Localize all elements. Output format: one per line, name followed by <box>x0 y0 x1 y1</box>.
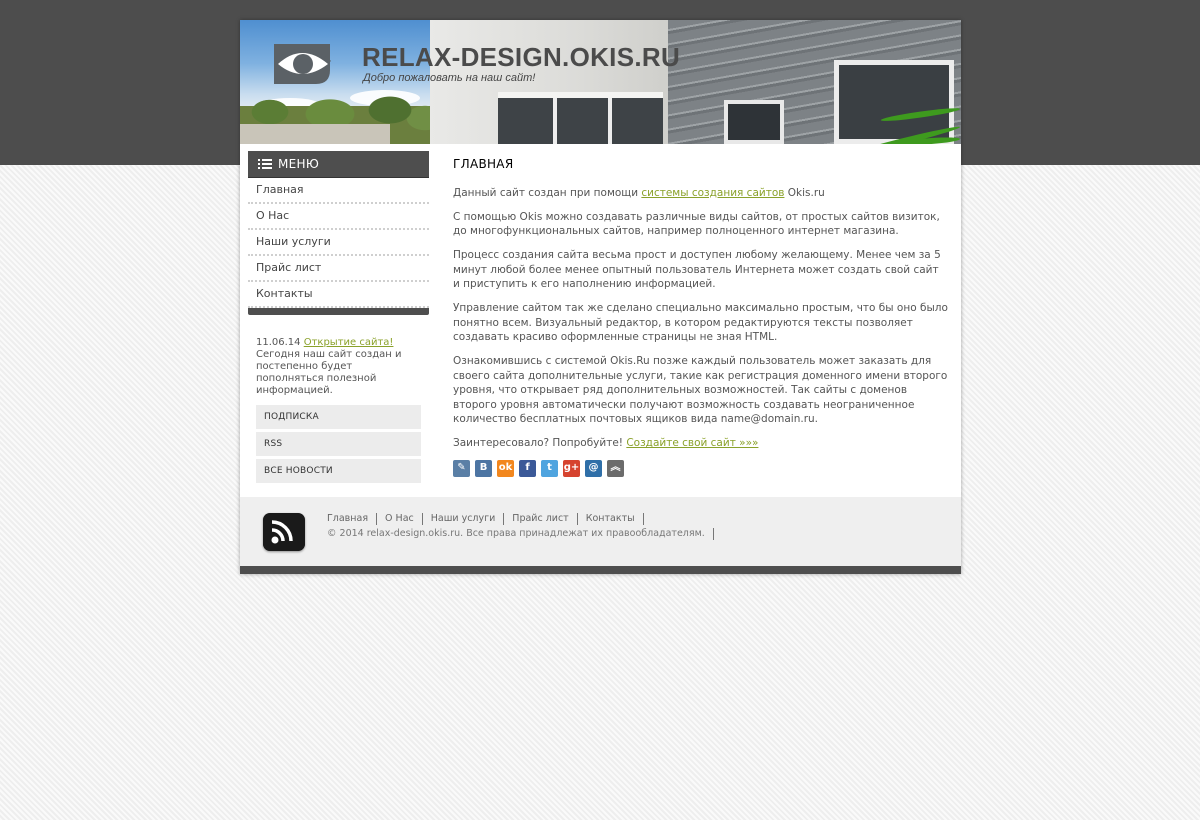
twitter-icon[interactable]: t <box>541 460 558 477</box>
menu-header: МЕНЮ <box>248 151 429 178</box>
footer-link-services[interactable]: Наши услуги <box>423 513 505 525</box>
news-block: 11.06.14 Открытие сайта! Сегодня наш сай… <box>248 337 429 483</box>
menu-list: Главная О Нас Наши услуги Прайс лист Кон… <box>248 178 429 308</box>
copyright-text: © 2014 relax-design.okis.ru. Все права п… <box>327 528 714 540</box>
rss-feed-icon[interactable] <box>263 513 305 551</box>
footer-bottom-bar <box>240 566 961 574</box>
content-paragraph: Заинтересовало? Попробуйте! Создайте сво… <box>453 436 948 451</box>
all-news-button[interactable]: ВСЕ НОВОСТИ <box>256 459 421 483</box>
eye-logo-icon[interactable] <box>272 40 332 85</box>
news-date: 11.06.14 <box>256 337 301 348</box>
news-title-link[interactable]: Открытие сайта! <box>304 337 394 348</box>
create-site-link[interactable]: Создайте свой сайт »»» <box>626 437 758 449</box>
news-item: 11.06.14 Открытие сайта! Сегодня наш сай… <box>256 337 421 397</box>
rss-button[interactable]: RSS <box>256 432 421 456</box>
list-menu-icon <box>258 158 272 170</box>
header-wall-image <box>240 124 390 144</box>
sidebar: МЕНЮ Главная О Нас Наши услуги Прайс лис… <box>248 151 429 486</box>
sidebar-item-home[interactable]: Главная <box>248 178 429 204</box>
news-text: Сегодня наш сайт создан и постепенно буд… <box>256 349 402 396</box>
header-window-image <box>498 92 663 144</box>
more-icon[interactable]: ︽ <box>607 460 624 477</box>
site-header: RELAX-DESIGN.OKIS.RU Добро пожаловать на… <box>240 20 961 144</box>
footer-link-pricelist[interactable]: Прайс лист <box>504 513 578 525</box>
content-paragraph: Управление сайтом так же сделано специал… <box>453 302 948 343</box>
content-paragraph: Данный сайт создан при помощи системы со… <box>453 186 948 201</box>
news-buttons: ПОДПИСКА RSS ВСЕ НОВОСТИ <box>256 405 421 483</box>
footer-link-contacts[interactable]: Контакты <box>578 513 644 525</box>
subscribe-button[interactable]: ПОДПИСКА <box>256 405 421 429</box>
footer-link-home[interactable]: Главная <box>327 513 378 525</box>
page-title: ГЛАВНАЯ <box>453 157 514 171</box>
menu-title: МЕНЮ <box>278 157 320 171</box>
site-builder-link[interactable]: системы создания сайтов <box>641 187 784 199</box>
share-buttons: ✎ Вok f t g+ @ ︽ <box>453 460 948 477</box>
paragraph-text: Okis.ru <box>784 186 825 199</box>
mailru-icon[interactable]: @ <box>585 460 602 477</box>
content-paragraph: С помощью Okis можно создавать различные… <box>453 210 940 238</box>
content-paragraph: Процесс создания сайта весьма прост и до… <box>453 249 941 290</box>
site-footer: Главная О Нас Наши услуги Прайс лист Кон… <box>240 497 961 566</box>
page-container: RELAX-DESIGN.OKIS.RU Добро пожаловать на… <box>240 20 961 574</box>
sidebar-item-about[interactable]: О Нас <box>248 204 429 230</box>
header-window-image <box>724 100 784 144</box>
google-plus-icon[interactable]: g+ <box>563 460 580 477</box>
odnoklassniki-icon[interactable]: ok <box>497 460 514 477</box>
facebook-icon[interactable]: f <box>519 460 536 477</box>
footer-link-about[interactable]: О Нас <box>377 513 423 525</box>
sidebar-item-contacts[interactable]: Контакты <box>248 282 429 308</box>
main-content: ГЛАВНАЯ Данный сайт создан при помощи си… <box>453 157 948 477</box>
sidebar-item-services[interactable]: Наши услуги <box>248 230 429 256</box>
site-title[interactable]: RELAX-DESIGN.OKIS.RU <box>362 42 680 73</box>
sidebar-item-pricelist[interactable]: Прайс лист <box>248 256 429 282</box>
vkontakte-icon[interactable]: В <box>475 460 492 477</box>
paragraph-text: Данный сайт создан при помощи <box>453 186 642 199</box>
footer-nav: Главная О Нас Наши услуги Прайс лист Кон… <box>327 513 644 525</box>
content-paragraph: Ознакомившись с системой Okis.Ru позже к… <box>453 355 948 425</box>
paragraph-text: Заинтересовало? Попробуйте! <box>453 437 627 449</box>
site-slogan: Добро пожаловать на наш сайт! <box>363 72 536 84</box>
menu-footer-bar <box>248 308 429 315</box>
livejournal-icon[interactable]: ✎ <box>453 460 470 477</box>
